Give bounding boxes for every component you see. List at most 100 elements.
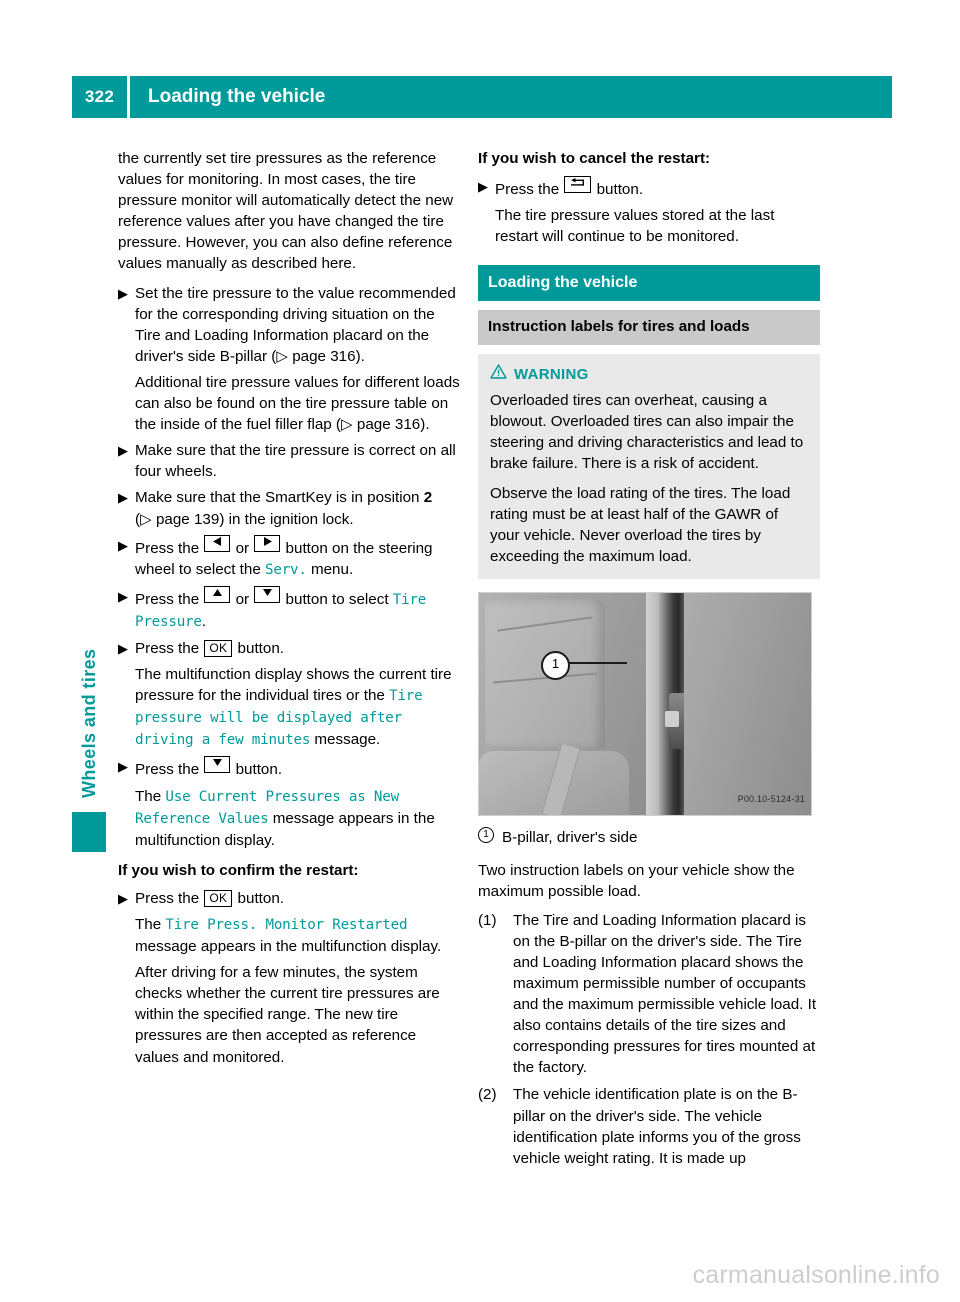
step-text-post: button. <box>233 889 284 907</box>
step-text: Press the <box>135 590 204 608</box>
step-text: Make sure that the tire pressure is corr… <box>135 442 456 481</box>
warning-paragraph-1: Overloaded tires can overheat, causing a… <box>490 391 804 472</box>
legend-marker-1: 1 <box>478 827 494 844</box>
figure-callout-leader <box>565 662 627 665</box>
step-bullet-icon: ▶ <box>118 640 128 656</box>
step-no-bullet <box>118 786 135 851</box>
step-press-down: ▶ Press the button. <box>118 756 460 780</box>
step-bullet-icon: ▶ <box>118 537 128 553</box>
confirm-restart-heading: If you wish to confirm the restart: <box>118 861 359 879</box>
result-text-tail: message appears in the multifunction dis… <box>135 938 442 956</box>
down-arrow-button-icon[interactable] <box>254 585 281 603</box>
step-press-ok-result: The multifunction display shows the curr… <box>118 664 460 751</box>
page-ref-icon: ▷ <box>276 347 293 365</box>
warning-title: WARNING <box>490 363 808 385</box>
down-arrow-button-icon[interactable] <box>204 756 231 774</box>
step-no-bullet <box>118 372 135 435</box>
step-text-post: button. <box>231 761 283 779</box>
step-no-bullet <box>118 664 135 751</box>
result-text: The <box>135 916 166 933</box>
figure-b-pillar-photo: 1 P00.10-5124-31 <box>478 592 812 817</box>
figure-seat-area <box>479 593 646 816</box>
back-button-icon[interactable] <box>564 176 592 194</box>
site-watermark: carmanualsonline.info <box>692 1261 940 1289</box>
step-confirm-ok-result: The Tire Press. Monitor Restarted messag… <box>118 914 460 957</box>
numbered-item-1: (1) The Tire and Loading Information pla… <box>478 910 820 1079</box>
section-heading-loading-the-vehicle: Loading the vehicle <box>478 265 820 302</box>
subsection-heading-instruction-labels: Instruction labels for tires and loads <box>478 310 820 345</box>
step-text-tail: ). <box>355 347 365 365</box>
step-smartkey-position: ▶ Make sure that the SmartKey is in posi… <box>118 487 460 529</box>
step-note-additional-values: Additional tire pressure values for diff… <box>118 372 460 435</box>
figure-door-panel <box>684 593 811 816</box>
step-text-tail: . <box>201 612 206 630</box>
figure-reference-code: P00.10-5124-31 <box>737 794 805 805</box>
step-bullet-icon: ▶ <box>118 285 128 301</box>
numbered-item-text: The Tire and Loading Information placard… <box>513 911 817 1077</box>
warning-label: WARNING <box>514 365 589 383</box>
result-text: The <box>135 787 166 805</box>
result-text-tail: message. <box>310 731 381 749</box>
chapter-tab-label: Wheels and tires <box>79 648 99 798</box>
step-text: Press the <box>135 539 204 557</box>
step-text-mid: or <box>231 590 254 608</box>
cancel-restart-heading: If you wish to cancel the restart: <box>478 150 711 167</box>
step-select-tire-pressure: ▶ Press the or button to select Tire Pre… <box>118 585 460 633</box>
page-ref-label: page 316 <box>356 416 421 434</box>
step-bullet-icon: ▶ <box>118 890 128 906</box>
step-text-post: button to select <box>281 590 393 608</box>
page-title: Loading the vehicle <box>148 86 326 107</box>
chapter-tab-marker <box>72 812 106 852</box>
step-bullet-icon: ▶ <box>118 588 128 604</box>
numbered-item-marker: (1) <box>478 911 497 929</box>
note-text: After driving for a few minutes, the sys… <box>135 964 440 1066</box>
display-message: Tire Press. Monitor Restarted <box>165 917 408 933</box>
step-text: Press the <box>135 761 204 779</box>
step-bullet-icon: ▶ <box>118 759 128 775</box>
body-paragraph: Two instruction labels on your vehicle s… <box>478 861 795 900</box>
page-ref-icon: ▷ <box>140 510 156 528</box>
step-text-post: button. <box>592 181 644 199</box>
step-confirm-note: After driving for a few minutes, the sys… <box>118 962 460 1067</box>
step-cancel-result: The tire pressure values stored at the l… <box>478 205 820 247</box>
step-confirm-ok: ▶ Press the OK button. <box>118 888 460 909</box>
left-text-column: the currently set tire pressures as the … <box>118 148 460 1068</box>
display-menu-name: Serv. <box>265 561 307 578</box>
warning-box: WARNING Overloaded tires can overheat, c… <box>478 353 820 580</box>
page-ref-icon: ▷ <box>341 416 357 434</box>
step-set-tire-pressure: ▶ Set the tire pressure to the value rec… <box>118 283 460 367</box>
step-text: Press the <box>135 639 204 657</box>
warning-paragraph-2: Observe the load rating of the tires. Th… <box>490 485 791 566</box>
page-ref-label: page 316 <box>292 347 356 365</box>
step-select-service-menu: ▶ Press the or button on the steering wh… <box>118 534 460 581</box>
step-no-bullet <box>118 914 135 957</box>
right-arrow-button-icon[interactable] <box>254 534 281 552</box>
note-text-tail: ). <box>420 416 430 434</box>
ok-button-icon[interactable]: OK <box>204 889 233 907</box>
left-arrow-button-icon[interactable] <box>204 534 231 552</box>
page-header: 322 Loading the vehicle <box>72 76 892 118</box>
step-text: Make sure that the SmartKey is in positi… <box>135 489 424 507</box>
step-bullet-icon: ▶ <box>118 443 128 459</box>
step-no-bullet <box>118 962 135 1067</box>
step-bullet-icon: ▶ <box>478 179 488 195</box>
ok-button-icon[interactable]: OK <box>204 639 233 657</box>
step-no-bullet <box>478 205 495 247</box>
figure-legend: 1 B-pillar, driver's side <box>478 827 820 848</box>
step-press-down-result: The Use Current Pressures as New Referen… <box>118 786 460 851</box>
up-arrow-button-icon[interactable] <box>204 585 231 603</box>
intro-paragraph: the currently set tire pressures as the … <box>118 150 454 273</box>
step-text-tail: ) in the ignition lock. <box>219 510 354 528</box>
step-text-tail: menu. <box>306 560 354 578</box>
step-text-post: button. <box>233 639 284 657</box>
step-check-four-wheels: ▶ Make sure that the tire pressure is co… <box>118 440 460 482</box>
numbered-item-marker: (2) <box>478 1086 497 1104</box>
page-number: 322 <box>84 87 115 106</box>
numbered-item-text: The vehicle identification plate is on t… <box>513 1086 801 1167</box>
warning-triangle-icon <box>490 363 507 385</box>
smartkey-position-value: 2 <box>423 489 433 507</box>
step-cancel-back: ▶ Press the button. <box>478 176 820 200</box>
right-text-column: If you wish to cancel the restart: ▶ Pre… <box>478 148 820 1169</box>
legend-text: B-pillar, driver's side <box>502 829 638 847</box>
step-press-ok: ▶ Press the OK button. <box>118 638 460 659</box>
